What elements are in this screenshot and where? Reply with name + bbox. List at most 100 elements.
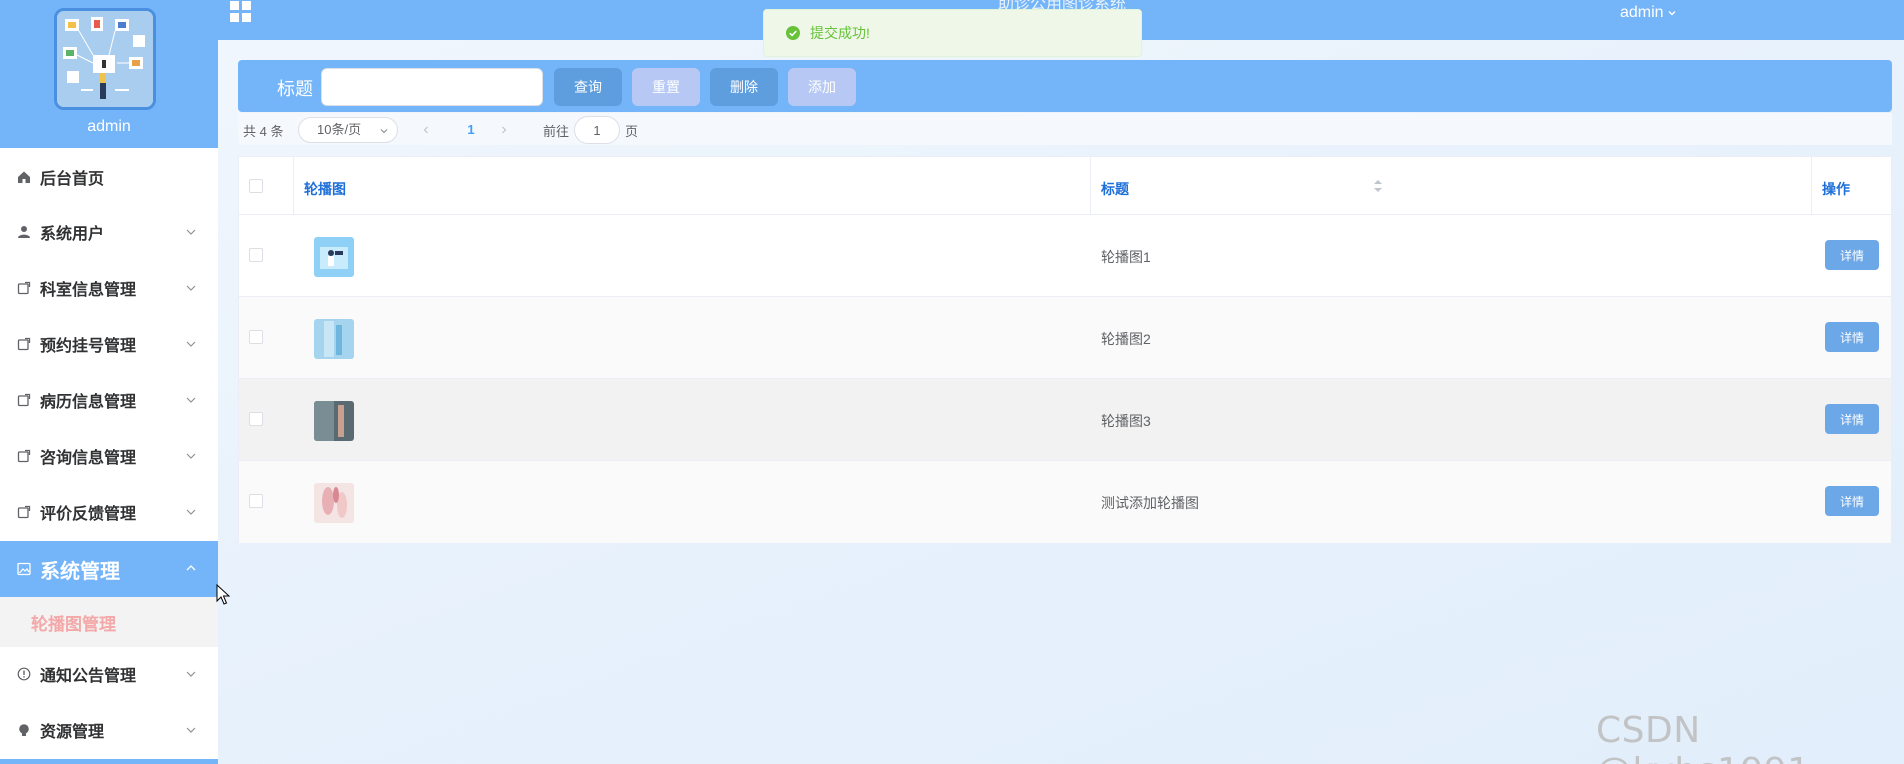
- home-icon: [16, 169, 32, 185]
- column-header-actions: 操作: [1822, 181, 1850, 197]
- goto-page-input[interactable]: [574, 116, 620, 144]
- table-row: 轮播图3 详情: [239, 379, 1891, 461]
- sidebar-item-label: 后台首页: [40, 171, 105, 188]
- document-icon: [16, 280, 32, 296]
- watermark: CSDN @kybs1991: [1596, 710, 1810, 764]
- bulb-icon: [16, 722, 32, 738]
- sidebar-item-label: 资源管理: [40, 724, 105, 741]
- sidebar-bottom-bar: [0, 759, 218, 764]
- sidebar-item-appointment[interactable]: 预约挂号管理: [0, 317, 218, 371]
- row-checkbox[interactable]: [249, 330, 263, 344]
- document-icon: [16, 336, 32, 352]
- carousel-thumbnail[interactable]: [314, 319, 354, 359]
- chevron-down-icon: [186, 341, 196, 347]
- column-header-title[interactable]: 标题: [1101, 179, 1129, 199]
- user-name: admin: [1620, 4, 1664, 21]
- row-title: 轮播图2: [1101, 331, 1151, 347]
- detail-button[interactable]: 详情: [1825, 240, 1879, 270]
- title-search-input[interactable]: [321, 68, 543, 106]
- sidebar-username: admin: [87, 118, 131, 135]
- pagination-total: 共 4 条: [243, 124, 284, 139]
- sidebar-item-consultation[interactable]: 咨询信息管理: [0, 429, 218, 483]
- row-checkbox[interactable]: [249, 494, 263, 508]
- submenu-carousel-management[interactable]: 轮播图管理: [0, 597, 218, 647]
- select-all-checkbox[interactable]: [249, 179, 263, 193]
- chevron-right-icon: [502, 126, 507, 134]
- chevron-down-icon: [186, 453, 196, 459]
- info-icon: [16, 666, 32, 682]
- search-bar: 标题 查询 重置 删除 添加: [238, 60, 1892, 112]
- search-label: 标题: [277, 79, 313, 99]
- sidebar-item-system-users[interactable]: 系统用户: [0, 205, 218, 259]
- query-button[interactable]: 查询: [554, 68, 622, 106]
- page-size-select[interactable]: 10条/页: [298, 117, 398, 143]
- success-toast: 提交成功!: [763, 9, 1142, 57]
- sidebar-item-system-management[interactable]: 系统管理: [0, 541, 218, 597]
- chevron-down-icon: [186, 285, 196, 291]
- add-button[interactable]: 添加: [788, 68, 856, 106]
- delete-button[interactable]: 删除: [710, 68, 778, 106]
- chevron-down-icon: [186, 229, 196, 235]
- document-icon: [16, 448, 32, 464]
- chevron-down-icon: [186, 397, 196, 403]
- avatar[interactable]: [54, 8, 156, 110]
- sidebar-item-department[interactable]: 科室信息管理: [0, 261, 218, 315]
- sidebar-item-label: 评价反馈管理: [40, 506, 137, 523]
- document-icon: [16, 504, 32, 520]
- sidebar-item-label: 咨询信息管理: [40, 450, 137, 467]
- goto-label: 前往: [543, 124, 570, 139]
- reset-button[interactable]: 重置: [632, 68, 700, 106]
- toast-message: 提交成功!: [810, 25, 870, 41]
- table-row: 轮播图1 详情: [239, 215, 1891, 297]
- chevron-down-icon: [1668, 11, 1676, 16]
- detail-button[interactable]: 详情: [1825, 322, 1879, 352]
- sidebar-item-label: 预约挂号管理: [40, 338, 137, 355]
- chevron-up-icon: [186, 565, 196, 571]
- table-row: 轮播图2 详情: [239, 297, 1891, 379]
- carousel-thumbnail[interactable]: [314, 483, 354, 523]
- sidebar-item-medical-record[interactable]: 病历信息管理: [0, 373, 218, 427]
- sidebar-item-label: 系统用户: [40, 226, 105, 243]
- column-header-image: 轮播图: [304, 181, 346, 197]
- row-checkbox[interactable]: [249, 412, 263, 426]
- chevron-down-icon: [186, 671, 196, 677]
- carousel-thumbnail[interactable]: [314, 401, 354, 441]
- sidebar-item-resources[interactable]: 资源管理: [0, 703, 218, 757]
- carousel-thumbnail[interactable]: [314, 237, 354, 277]
- sidebar-item-notice[interactable]: 通知公告管理: [0, 647, 218, 701]
- table-header: 轮播图 标题 操作: [239, 157, 1891, 215]
- picture-icon: [16, 561, 32, 577]
- mouse-cursor-icon: [216, 584, 230, 605]
- sidebar-item-feedback[interactable]: 评价反馈管理: [0, 485, 218, 539]
- detail-button[interactable]: 详情: [1825, 404, 1879, 434]
- sidebar-item-home[interactable]: 后台首页: [0, 150, 218, 204]
- pagination: 共 4 条 10条/页 1 前往 页: [238, 113, 1892, 145]
- user-dropdown[interactable]: admin: [1620, 4, 1677, 22]
- success-check-icon: [786, 26, 800, 40]
- sidebar-item-label: 通知公告管理: [40, 668, 137, 685]
- detail-button[interactable]: 详情: [1825, 486, 1879, 516]
- chevron-left-icon: [423, 126, 428, 134]
- chevron-down-icon: [186, 727, 196, 733]
- sidebar-item-label: 病历信息管理: [40, 394, 137, 411]
- chevron-down-icon: [186, 509, 196, 515]
- page-number-current[interactable]: 1: [451, 117, 491, 143]
- carousel-table: 轮播图 标题 操作 轮播图1 详情 轮播图2 详情 轮播图3 详情 测试添加轮播…: [238, 156, 1892, 543]
- sidebar-item-label: 科室信息管理: [40, 282, 137, 299]
- sort-icon[interactable]: [1372, 177, 1384, 195]
- user-icon: [16, 224, 32, 240]
- sidebar-item-label: 系统管理: [40, 560, 120, 583]
- grid-menu-icon[interactable]: [230, 1, 252, 23]
- prev-page-button[interactable]: [413, 117, 439, 143]
- chevron-down-icon: [380, 129, 388, 134]
- table-row: 测试添加轮播图 详情: [239, 461, 1891, 543]
- sidebar-header: admin: [0, 0, 218, 148]
- document-icon: [16, 392, 32, 408]
- sidebar: admin 后台首页 系统用户 科室信息管理 预约挂号管理 病历信息管理 咨询信…: [0, 0, 218, 764]
- next-page-button[interactable]: [491, 117, 517, 143]
- row-checkbox[interactable]: [249, 248, 263, 262]
- row-title: 轮播图1: [1101, 249, 1151, 265]
- row-title: 测试添加轮播图: [1101, 495, 1199, 511]
- row-title: 轮播图3: [1101, 413, 1151, 429]
- page-size-value: 10条/页: [317, 122, 362, 137]
